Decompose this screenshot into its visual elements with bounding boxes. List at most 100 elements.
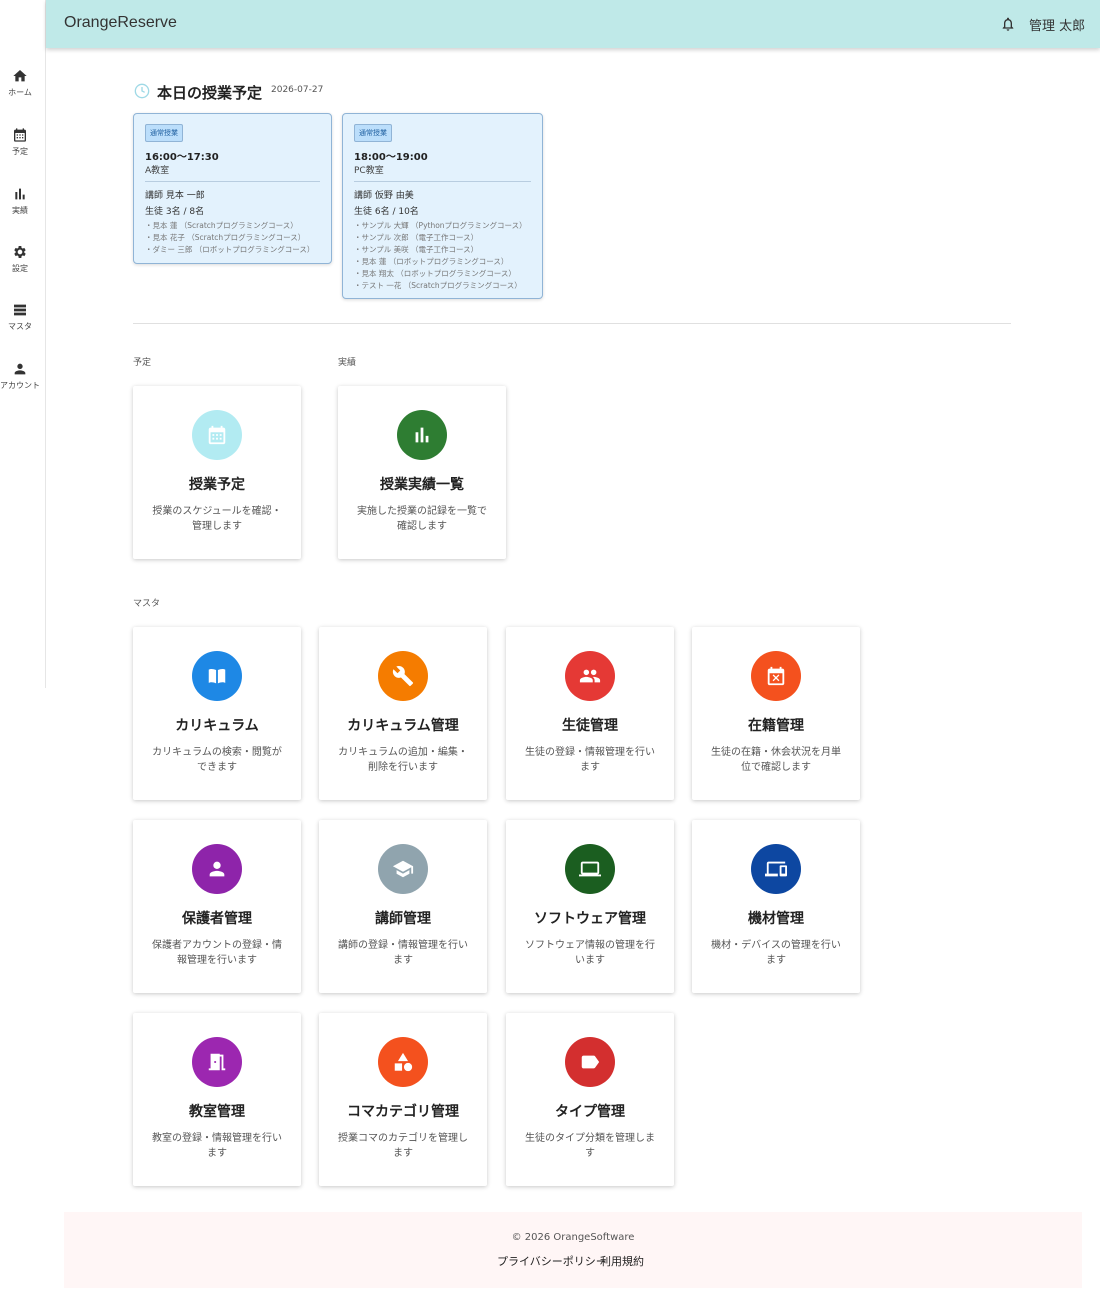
section-label-master: マスタ: [133, 599, 161, 609]
card-description: 実施した授業の記録を一覧で確認します: [357, 506, 487, 532]
list-item: ・サンプル 次郎 （電子工作コース）: [354, 233, 479, 242]
sidebar: ホーム 予定 実績 設定 マスタ アカウント: [0, 0, 46, 688]
lesson-divider: [145, 181, 320, 182]
calendar-icon: [208, 425, 226, 445]
card-lesson-results[interactable]: 授業実績一覧 実施した授業の記録を一覧で確認します: [338, 386, 506, 559]
lesson-room: A教室: [145, 166, 170, 176]
sidebar-item-label: 実績: [12, 206, 28, 215]
card-lesson-schedule[interactable]: 授業予定 授業のスケジュールを確認・管理します: [133, 386, 301, 559]
bell-icon: [1002, 17, 1014, 31]
list-item: ・見本 蓮 （Scratchプログラミングコース）: [145, 221, 298, 230]
list-item: ・見本 花子 （Scratchプログラミングコース）: [145, 233, 306, 242]
schedule-title: 本日の授業予定: [157, 84, 263, 102]
card-classroom-management[interactable]: 教室管理 教室の登録・情報管理を行います: [133, 1013, 301, 1186]
sidebar-item-account[interactable]: アカウント: [0, 361, 40, 391]
label-icon: [581, 1055, 600, 1069]
card-description: 教室の登録・情報管理を行います: [152, 1133, 282, 1159]
notification-bell-button[interactable]: [1000, 15, 1016, 33]
card-teacher-management[interactable]: 講師管理 講師の登録・情報管理を行います: [319, 820, 487, 993]
sidebar-item-label: マスタ: [8, 322, 32, 331]
lesson-room: PC教室: [354, 166, 384, 176]
sidebar-item-results[interactable]: 実績: [0, 186, 40, 216]
sidebar-item-label: 予定: [12, 147, 28, 156]
list-icon: [14, 304, 26, 316]
devices-icon: [765, 861, 787, 877]
lesson-divider: [354, 181, 531, 182]
laptop-icon: [579, 861, 601, 877]
card-description: 授業コマのカテゴリを管理します: [338, 1133, 468, 1159]
card-icon-circle: [378, 844, 428, 894]
sidebar-item-home[interactable]: ホーム: [0, 68, 40, 98]
list-item: ・見本 翔太 （ロボットプログラミングコース）: [354, 269, 516, 278]
sidebar-item-schedule[interactable]: 予定: [0, 127, 40, 157]
app-header: OrangeReserve 管理 太郎: [46, 0, 1100, 48]
card-equipment-management[interactable]: 機材管理 機材・デバイスの管理を行います: [692, 820, 860, 993]
user-menu[interactable]: 管理 太郎: [1029, 15, 1085, 34]
bar-chart-icon: [415, 427, 429, 443]
copyright-text: © 2026 OrangeSoftware: [511, 1232, 635, 1243]
card-title: タイプ管理: [555, 1104, 625, 1120]
card-title: コマカテゴリ管理: [347, 1104, 459, 1120]
card-enrollment-management[interactable]: 在籍管理 生徒の在籍・休会状況を月単位で確認します: [692, 627, 860, 800]
card-title: カリキュラム管理: [347, 718, 459, 734]
card-icon-circle: [192, 1037, 242, 1087]
sidebar-item-master[interactable]: マスタ: [0, 302, 40, 332]
terms-link[interactable]: 利用規約: [600, 1253, 644, 1269]
graduation-cap-icon: [392, 860, 414, 878]
section-divider: [133, 323, 1011, 324]
door-icon: [208, 1053, 226, 1071]
list-item: ・テスト 一花 （Scratchプログラミングコース）: [354, 281, 522, 290]
card-description: ソフトウェア情報の管理を行います: [525, 940, 655, 966]
card-icon-circle: [378, 651, 428, 701]
card-icon-circle: [397, 410, 447, 460]
lesson-student-count: 生徒 6名 / 10名: [354, 207, 419, 217]
card-icon-circle: [378, 1037, 428, 1087]
card-title: ソフトウェア管理: [534, 911, 646, 927]
section-label-results: 実績: [338, 358, 357, 368]
app-title[interactable]: OrangeReserve: [64, 14, 177, 32]
card-title: 在籍管理: [748, 718, 804, 734]
lesson-teacher: 講師 仮野 由美: [354, 191, 414, 201]
card-icon-circle: [565, 1037, 615, 1087]
list-item: ・サンプル 美咲 （電子工作コース）: [354, 245, 479, 254]
card-description: 生徒のタイプ分類を管理します: [525, 1133, 655, 1159]
list-item: ・サンプル 大輝 （Pythonプログラミングコース）: [354, 221, 527, 230]
card-curriculum[interactable]: カリキュラム カリキュラムの検索・閲覧ができます: [133, 627, 301, 800]
list-item: ・見本 蓮 （ロボットプログラミングコース）: [354, 257, 509, 266]
list-item: ・ダミー 三郎 （ロボットプログラミングコース）: [145, 245, 315, 254]
card-icon-circle: [565, 844, 615, 894]
card-icon-circle: [192, 844, 242, 894]
card-description: カリキュラムの追加・編集・削除を行います: [338, 747, 468, 773]
lesson-card[interactable]: 通常授業 18:00〜19:00 PC教室 講師 仮野 由美 生徒 6名 / 1…: [342, 113, 543, 299]
card-guardian-management[interactable]: 保護者管理 保護者アカウントの登録・情報管理を行います: [133, 820, 301, 993]
gear-icon: [14, 246, 26, 258]
privacy-policy-link[interactable]: プライバシーポリシー: [497, 1253, 607, 1269]
card-description: カリキュラムの検索・閲覧ができます: [152, 747, 282, 773]
card-icon-circle: [751, 651, 801, 701]
footer: © 2026 OrangeSoftware プライバシーポリシー 利用規約: [64, 1212, 1082, 1288]
card-software-management[interactable]: ソフトウェア管理 ソフトウェア情報の管理を行います: [506, 820, 674, 993]
calendar-x-icon: [767, 666, 785, 686]
card-icon-circle: [192, 651, 242, 701]
sidebar-item-label: ホーム: [8, 88, 32, 97]
calendar-icon: [14, 128, 26, 142]
book-icon: [208, 668, 226, 684]
lesson-type-badge: 通常授業: [145, 124, 183, 142]
card-icon-circle: [751, 844, 801, 894]
person-icon: [14, 363, 26, 375]
card-title: 講師管理: [375, 911, 431, 927]
person-icon: [209, 861, 225, 877]
card-curriculum-management[interactable]: カリキュラム管理 カリキュラムの追加・編集・削除を行います: [319, 627, 487, 800]
card-koma-category-management[interactable]: コマカテゴリ管理 授業コマのカテゴリを管理します: [319, 1013, 487, 1186]
sidebar-item-settings[interactable]: 設定: [0, 244, 40, 274]
card-description: 授業のスケジュールを確認・管理します: [152, 506, 282, 532]
card-student-management[interactable]: 生徒管理 生徒の登録・情報管理を行います: [506, 627, 674, 800]
lesson-student-list: ・サンプル 大輝 （Pythonプログラミングコース） ・サンプル 次郎 （電子…: [354, 220, 527, 292]
card-title: カリキュラム: [175, 718, 259, 734]
people-icon: [579, 669, 601, 683]
lesson-card[interactable]: 通常授業 16:00〜17:30 A教室 講師 見本 一郎 生徒 3名 / 8名…: [133, 113, 332, 264]
wrench-icon: [392, 666, 414, 687]
card-title: 授業実績一覧: [380, 477, 464, 493]
card-type-management[interactable]: タイプ管理 生徒のタイプ分類を管理します: [506, 1013, 674, 1186]
card-title: 機材管理: [748, 911, 804, 927]
